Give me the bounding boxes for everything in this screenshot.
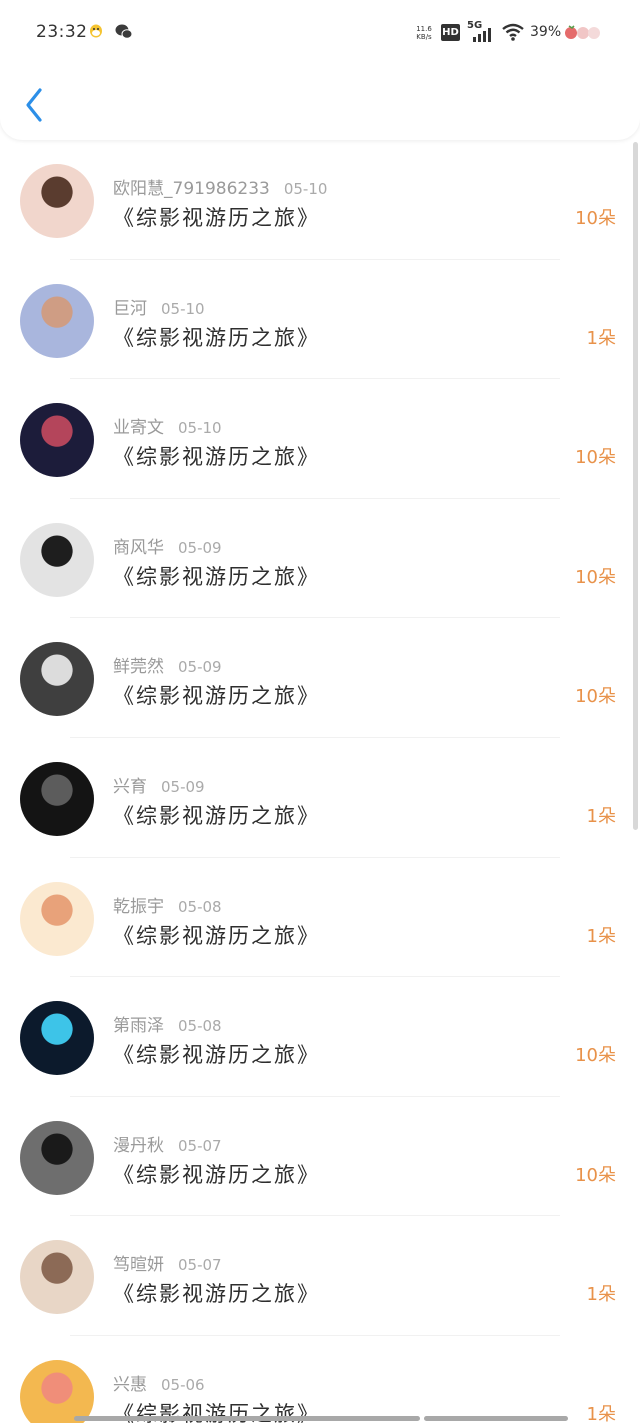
battery-level: 39% — [530, 24, 562, 40]
avatar[interactable] — [20, 283, 94, 358]
gift-amount: 1朵 — [586, 805, 616, 827]
gift-amount: 1朵 — [586, 1284, 616, 1306]
record-date: 05-10 — [161, 299, 205, 318]
record-date: 05-10 — [178, 419, 222, 438]
scrollbar[interactable] — [633, 142, 638, 830]
user-info: 笃暄妍 05-07 — [113, 1250, 222, 1275]
user-info: 兴惠 05-06 — [113, 1370, 205, 1395]
list-item[interactable]: 笃暄妍 05-07 《综影视游历之旅》 1朵 — [0, 1216, 640, 1336]
user-name: 笃暄妍 — [113, 1255, 164, 1276]
gift-record-list: 欧阳慧_791986233 05-10 《综影视游历之旅》 10朵 巨河 05-10… — [0, 140, 640, 1423]
list-item[interactable]: 巨河 05-10 《综影视游历之旅》 1朵 — [0, 260, 640, 380]
book-title[interactable]: 《综影视游历之旅》 — [113, 441, 320, 471]
gift-amount: 1朵 — [586, 327, 616, 349]
avatar[interactable] — [20, 1001, 94, 1076]
avatar[interactable] — [20, 642, 94, 717]
user-name: 第雨泽 — [113, 1016, 164, 1037]
record-date: 05-09 — [178, 658, 222, 677]
qq-icon — [88, 22, 104, 42]
list-item[interactable]: 鲜莞然 05-09 《综影视游历之旅》 10朵 — [0, 618, 640, 738]
user-info: 巨河 05-10 — [113, 294, 205, 319]
record-date: 05-08 — [178, 897, 222, 916]
avatar[interactable] — [20, 1240, 94, 1315]
user-info: 鲜莞然 05-09 — [113, 652, 222, 677]
list-item[interactable]: 兴惠 05-06 《综影视游历之旅》 1朵 — [0, 1336, 640, 1423]
list-item[interactable]: 乾振宇 05-08 《综影视游历之旅》 1朵 — [0, 858, 640, 978]
record-date: 05-06 — [161, 1375, 205, 1394]
home-indicator-right — [424, 1416, 568, 1421]
book-title[interactable]: 《综影视游历之旅》 — [113, 1039, 320, 1069]
gift-amount: 1朵 — [586, 925, 616, 947]
signal-label: 5G — [467, 20, 483, 31]
user-name: 兴惠 — [113, 1374, 147, 1395]
user-info: 乾振宇 05-08 — [113, 892, 222, 917]
net-speed: 11.6 KB/s — [416, 25, 432, 41]
book-title[interactable]: 《综影视游历之旅》 — [113, 561, 320, 591]
book-title[interactable]: 《综影视游历之旅》 — [113, 322, 320, 352]
user-name: 欧阳慧_791986233 — [113, 179, 270, 199]
book-title[interactable]: 《综影视游历之旅》 — [113, 1159, 320, 1189]
status-time: 23:32 — [36, 22, 88, 42]
home-indicator-left — [74, 1416, 420, 1421]
book-title[interactable]: 《综影视游历之旅》 — [113, 1278, 320, 1308]
avatar[interactable] — [20, 761, 94, 836]
gift-amount: 10朵 — [575, 208, 616, 229]
avatar[interactable] — [20, 403, 94, 478]
top-bar: 23:32 11.6 KB/s HD 5G 39% — [0, 0, 640, 140]
hd-badge: HD — [441, 24, 460, 41]
chevron-left-icon — [26, 88, 42, 122]
fruit-icon — [563, 22, 603, 42]
book-title[interactable]: 《综影视游历之旅》 — [113, 800, 320, 830]
avatar[interactable] — [20, 1359, 94, 1423]
record-date: 05-07 — [178, 1136, 222, 1155]
user-info: 业寄文 05-10 — [113, 413, 222, 438]
book-title[interactable]: 《综影视游历之旅》 — [113, 680, 320, 710]
list-item[interactable]: 兴育 05-09 《综影视游历之旅》 1朵 — [0, 738, 640, 858]
record-date: 05-07 — [178, 1256, 222, 1275]
user-name: 鲜莞然 — [113, 657, 164, 678]
list-item[interactable]: 商风华 05-09 《综影视游历之旅》 10朵 — [0, 499, 640, 619]
back-button[interactable] — [18, 84, 54, 126]
record-date: 05-09 — [161, 777, 205, 796]
wifi-icon — [501, 22, 525, 42]
gift-amount: 10朵 — [575, 566, 616, 588]
user-name: 兴育 — [113, 776, 147, 797]
wechat-icon — [114, 22, 134, 42]
list-item[interactable]: 漫丹秋 05-07 《综影视游历之旅》 10朵 — [0, 1097, 640, 1217]
gift-amount: 10朵 — [575, 686, 616, 708]
avatar[interactable] — [20, 1120, 94, 1195]
book-title[interactable]: 《综影视游历之旅》 — [113, 920, 320, 950]
user-name: 巨河 — [113, 298, 147, 319]
list-item[interactable]: 欧阳慧_791986233 05-10 《综影视游历之旅》 10朵 — [0, 140, 640, 260]
user-name: 乾振宇 — [113, 896, 164, 917]
user-name: 漫丹秋 — [113, 1135, 164, 1156]
gift-amount: 10朵 — [575, 1164, 616, 1186]
record-date: 05-09 — [178, 538, 222, 557]
avatar[interactable] — [20, 164, 94, 238]
user-info: 漫丹秋 05-07 — [113, 1131, 222, 1156]
gift-amount: 10朵 — [575, 1045, 616, 1067]
list-item[interactable]: 业寄文 05-10 《综影视游历之旅》 10朵 — [0, 379, 640, 499]
book-title[interactable]: 《综影视游历之旅》 — [113, 202, 320, 232]
list-item[interactable]: 第雨泽 05-08 《综影视游历之旅》 10朵 — [0, 977, 640, 1097]
status-bar: 23:32 11.6 KB/s HD 5G 39% — [0, 0, 640, 66]
user-info: 商风华 05-09 — [113, 533, 222, 558]
gift-amount: 1朵 — [586, 1403, 616, 1423]
user-info: 第雨泽 05-08 — [113, 1011, 222, 1036]
user-info: 兴育 05-09 — [113, 772, 205, 797]
user-name: 商风华 — [113, 537, 164, 558]
user-info: 欧阳慧_791986233 05-10 — [113, 174, 327, 199]
gift-amount: 10朵 — [575, 447, 616, 469]
record-date: 05-08 — [178, 1017, 222, 1036]
record-date: 05-10 — [283, 180, 328, 198]
avatar[interactable] — [20, 522, 94, 597]
avatar[interactable] — [20, 881, 94, 956]
user-name: 业寄文 — [113, 418, 164, 439]
